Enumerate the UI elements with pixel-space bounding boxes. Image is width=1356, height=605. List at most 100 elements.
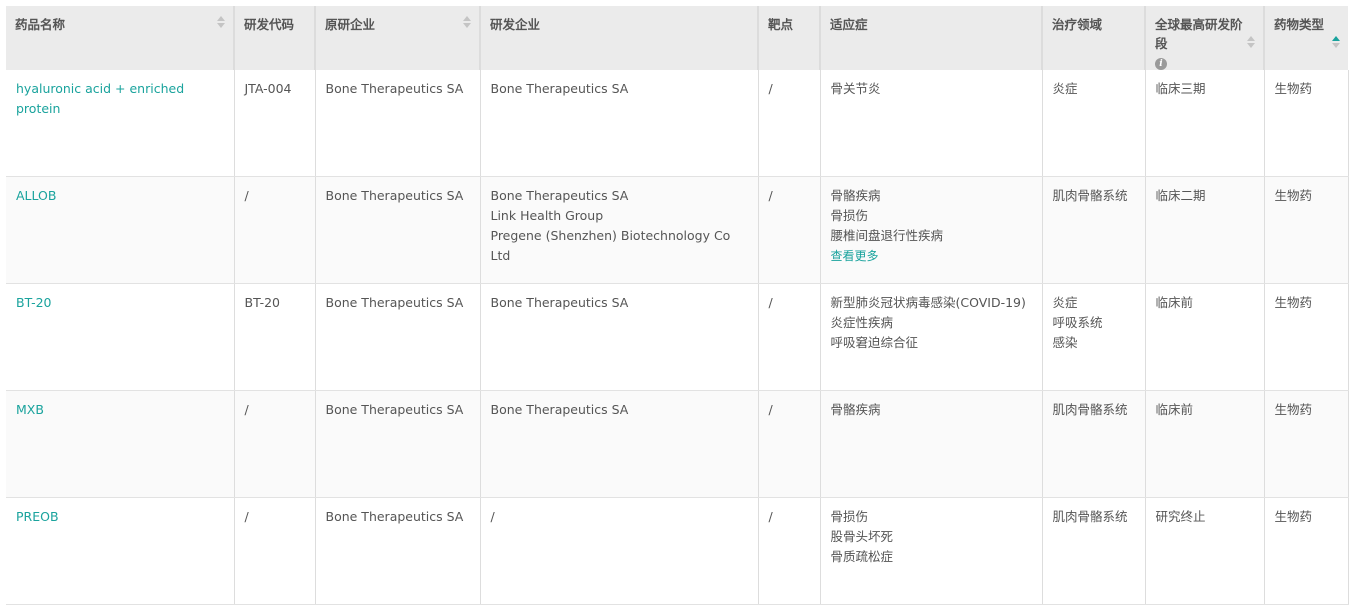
column-label: 靶点 <box>768 17 794 32</box>
column-label: 研发企业 <box>490 17 541 32</box>
developer-company: Bone Therapeutics SA <box>490 295 629 310</box>
indication: 股骨头坏死 <box>830 529 894 544</box>
drug-name-link[interactable]: BT-20 <box>16 293 225 313</box>
column-header-therapeutic-area: 治疗领域 <box>1042 6 1146 70</box>
table-header: 药品名称 研发代码 原研企业 研发企业 靶点 适应症 治疗领域 全球最高研发阶段… <box>6 6 1348 70</box>
cell-originator: Bone Therapeutics SA <box>315 283 481 391</box>
column-label: 药物类型 <box>1274 17 1325 32</box>
column-header-highest-phase[interactable]: 全球最高研发阶段 i <box>1145 6 1265 70</box>
cell-target: / <box>758 283 821 391</box>
column-header-developers: 研发企业 <box>480 6 759 70</box>
cell-drug-type: 生物药 <box>1264 176 1349 284</box>
cell-developers: Bone Therapeutics SA Link Health Group Pre… <box>480 176 759 284</box>
column-header-originator[interactable]: 原研企业 <box>315 6 481 70</box>
developer-company: Bone Therapeutics SA <box>490 81 629 96</box>
drug-type: 生物药 <box>1274 188 1313 203</box>
sort-icon[interactable] <box>463 16 471 30</box>
therapeutic-area: 呼吸系统 <box>1052 315 1103 330</box>
cell-drug-type: 生物药 <box>1264 70 1349 177</box>
column-header-target: 靶点 <box>758 6 821 70</box>
therapeutic-area: 炎症 <box>1052 81 1078 96</box>
research-code: / <box>244 188 249 203</box>
cell-indications: 骨骼疾病 <box>820 390 1043 498</box>
column-label: 原研企业 <box>325 17 376 32</box>
cell-code: / <box>234 497 316 605</box>
originator-company: Bone Therapeutics SA <box>325 188 464 203</box>
cell-code: BT-20 <box>234 283 316 391</box>
cell-developers: Bone Therapeutics SA <box>480 70 759 177</box>
cell-drug-type: 生物药 <box>1264 497 1349 605</box>
cell-drug-name: hyaluronic acid + enriched protein <box>6 70 235 177</box>
drug-name-link[interactable]: hyaluronic acid + enriched protein <box>16 79 225 119</box>
cell-code: / <box>234 390 316 498</box>
indication: 骨关节炎 <box>830 81 881 96</box>
drug-type: 生物药 <box>1274 402 1313 417</box>
cell-target: / <box>758 497 821 605</box>
cell-highest-phase: 临床三期 <box>1145 70 1265 177</box>
highest-phase: 临床前 <box>1155 402 1194 417</box>
research-code: JTA-004 <box>244 81 292 96</box>
cell-target: / <box>758 176 821 284</box>
highest-phase: 临床三期 <box>1155 81 1206 96</box>
column-header-indications: 适应症 <box>820 6 1043 70</box>
drug-type: 生物药 <box>1274 509 1313 524</box>
column-label: 适应症 <box>830 17 868 32</box>
cell-indications: 骨关节炎 <box>820 70 1043 177</box>
drug-type: 生物药 <box>1274 295 1313 310</box>
cell-drug-name: PREOB <box>6 497 235 605</box>
view-more-link[interactable]: 查看更多 <box>831 246 1033 266</box>
cell-drug-type: 生物药 <box>1264 283 1349 391</box>
info-icon[interactable]: i <box>1155 58 1167 70</box>
research-code: / <box>244 402 249 417</box>
target: / <box>768 402 773 417</box>
developer-company: / <box>490 509 495 524</box>
column-label: 药品名称 <box>15 17 66 32</box>
sort-icon[interactable] <box>1247 36 1255 50</box>
cell-therapeutic-area: 肌肉骨骼系统 <box>1042 390 1146 498</box>
column-header-code: 研发代码 <box>234 6 316 70</box>
cell-therapeutic-area: 肌肉骨骼系统 <box>1042 497 1146 605</box>
table-body: hyaluronic acid + enriched protein JTA-00… <box>6 70 1349 605</box>
highest-phase: 临床二期 <box>1155 188 1206 203</box>
column-header-drug-type[interactable]: 药物类型 <box>1264 6 1348 70</box>
target: / <box>768 509 773 524</box>
therapeutic-area: 炎症 <box>1052 295 1078 310</box>
drug-name-link[interactable]: MXB <box>16 400 225 420</box>
originator-company: Bone Therapeutics SA <box>325 402 464 417</box>
developer-company: Bone Therapeutics SA <box>490 188 629 203</box>
cell-therapeutic-area: 炎症 <box>1042 70 1146 177</box>
indication: 骨质疏松症 <box>830 549 894 564</box>
cell-therapeutic-area: 肌肉骨骼系统 <box>1042 176 1146 284</box>
research-code: / <box>244 509 249 524</box>
research-code: BT-20 <box>244 295 280 310</box>
drug-name-link[interactable]: ALLOB <box>16 186 225 206</box>
cell-highest-phase: 临床二期 <box>1145 176 1265 284</box>
drug-name-link[interactable]: PREOB <box>16 507 225 527</box>
sort-ascending-icon[interactable] <box>1332 36 1340 50</box>
cell-indications: 骨损伤股骨头坏死骨质疏松症 <box>820 497 1043 605</box>
indication: 骨损伤 <box>830 509 869 524</box>
highest-phase: 临床前 <box>1155 295 1194 310</box>
indication: 炎症性疾病 <box>830 315 894 330</box>
therapeutic-area: 肌肉骨骼系统 <box>1052 188 1128 203</box>
column-label: 治疗领域 <box>1052 17 1103 32</box>
drug-type: 生物药 <box>1274 81 1313 96</box>
cell-originator: Bone Therapeutics SA <box>315 176 481 284</box>
cell-indications: 骨骼疾病 骨损伤 腰椎间盘退行性疾病 查看更多 <box>820 176 1043 284</box>
therapeutic-area: 感染 <box>1052 335 1078 350</box>
column-header-drug-name[interactable]: 药品名称 <box>6 6 235 70</box>
cell-originator: Bone Therapeutics SA <box>315 497 481 605</box>
indication: 骨骼疾病 <box>830 188 881 203</box>
cell-drug-name: MXB <box>6 390 235 498</box>
target: / <box>768 295 773 310</box>
target: / <box>768 81 773 96</box>
column-label: 全球最高研发阶段 <box>1155 17 1243 51</box>
target: / <box>768 188 773 203</box>
sort-icon[interactable] <box>217 16 225 30</box>
originator-company: Bone Therapeutics SA <box>325 81 464 96</box>
cell-developers: Bone Therapeutics SA <box>480 390 759 498</box>
table-row: ALLOB / Bone Therapeutics SA Bone Therapeut… <box>6 176 1349 284</box>
therapeutic-area: 肌肉骨骼系统 <box>1052 402 1128 417</box>
therapeutic-area: 肌肉骨骼系统 <box>1052 509 1128 524</box>
cell-highest-phase: 临床前 <box>1145 283 1265 391</box>
